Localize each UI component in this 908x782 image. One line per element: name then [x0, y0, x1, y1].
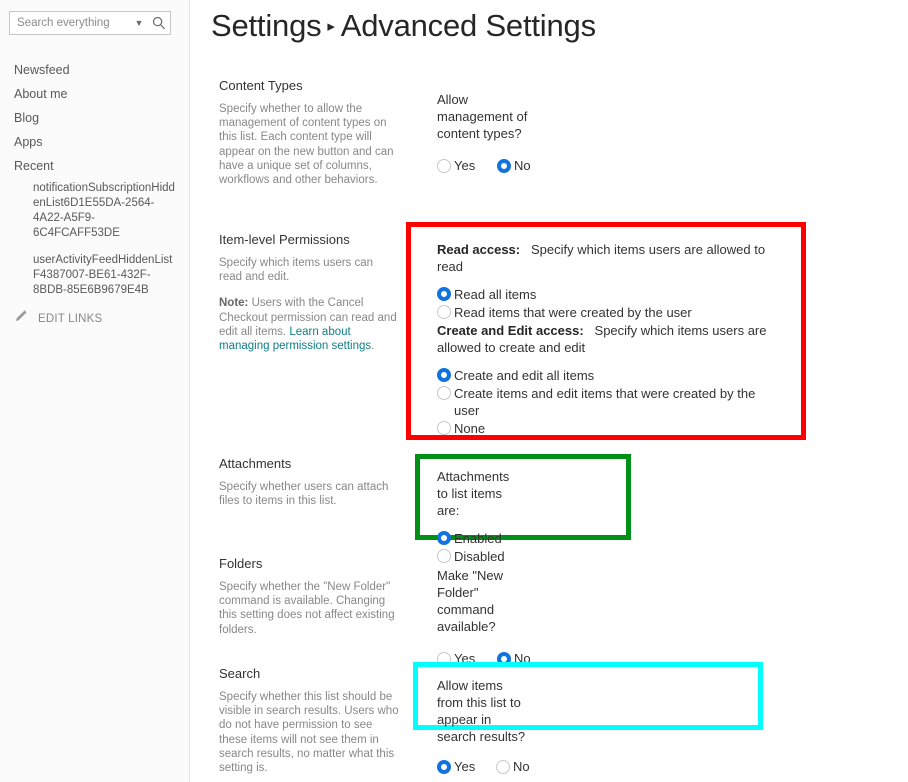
permissions-radio-none[interactable]: None [437, 420, 782, 437]
main-content: Settings ▸ Advanced Settings Content Types… [191, 0, 908, 782]
permissions-controls: Read access: Specify which items users a… [437, 241, 782, 437]
page-title: Settings ▸ Advanced Settings [211, 8, 596, 44]
section-heading: Folders [219, 556, 263, 571]
advanced-settings-page: Search everything ▼ Newsfeed About me Bl… [0, 0, 908, 782]
sidebar-item-label: Newsfeed [14, 63, 70, 77]
radio-indicator[interactable] [437, 421, 451, 435]
attachments-radio-enabled[interactable]: Enabled [437, 530, 509, 547]
section-description: Specify whether this list should be visi… [219, 691, 399, 775]
radio-indicator[interactable] [437, 531, 451, 545]
search-radio-no[interactable]: No [496, 758, 530, 775]
radio-indicator[interactable] [437, 368, 451, 382]
permissions-radio-create-own[interactable]: Create items and edit items that were cr… [437, 385, 782, 419]
sidebar-subitem-notification-list[interactable]: notificationSubscriptionHiddenList6D1E55… [0, 178, 190, 250]
radio-label: Create items and edit items that were cr… [454, 386, 756, 418]
magnifier-icon[interactable] [148, 16, 170, 30]
radio-label: Yes [454, 158, 476, 173]
section-heading: Item-level Permissions [219, 232, 350, 247]
sidebar-item-blog[interactable]: Blog [0, 106, 190, 130]
left-sidebar: Search everything ▼ Newsfeed About me Bl… [0, 0, 190, 782]
read-access-label: Read access: [437, 242, 521, 257]
attachments-info: Attachments Specify whether users can at… [219, 456, 399, 508]
sidebar-item-apps[interactable]: Apps [0, 130, 190, 154]
edit-links-button[interactable]: EDIT LINKS [14, 309, 102, 328]
content-types-question: Allow management of content types? [437, 92, 528, 141]
radio-label: No [514, 158, 531, 173]
sidebar-subitem-user-activity-list[interactable]: userActivityFeedHiddenListF4387007-BE61-… [0, 250, 190, 307]
radio-label: Enabled [454, 531, 502, 546]
pencil-icon [14, 309, 28, 328]
permissions-radio-read-own[interactable]: Read items that were created by the user [437, 304, 782, 321]
note-label: Note: [219, 297, 249, 310]
search-info: Search Specify whether this list should … [219, 666, 399, 775]
section-heading: Search [219, 666, 261, 681]
permissions-note: Note: Users with the Cancel Checkout per… [219, 296, 399, 353]
sidebar-item-label: Recent [14, 159, 54, 173]
radio-indicator[interactable] [437, 386, 451, 400]
radio-label: Read all items [454, 287, 537, 302]
sidebar-subitem-label: userActivityFeedHiddenListF4387007-BE61-… [33, 254, 173, 296]
attachments-controls: Attachments to list items are: Enabled D… [437, 468, 509, 565]
folders-info: Folders Specify whether the "New Folder"… [219, 556, 399, 637]
permissions-radio-read-all[interactable]: Read all items [437, 286, 782, 303]
search-question: Allow items from this list to appear in … [437, 678, 526, 744]
permissions-info: Item-level Permissions Specify which ite… [219, 232, 399, 353]
breadcrumb-separator-icon: ▸ [327, 18, 335, 35]
radio-indicator[interactable] [496, 760, 510, 774]
radio-label: Create and edit all items [454, 368, 595, 383]
radio-indicator[interactable] [437, 549, 451, 563]
radio-indicator[interactable] [497, 159, 511, 173]
sidebar-item-newsfeed[interactable]: Newsfeed [0, 58, 190, 82]
content-types-controls: Allow management of content types? Yes N… [437, 91, 531, 174]
search-box[interactable]: Search everything ▼ [9, 11, 171, 35]
radio-indicator[interactable] [437, 287, 451, 301]
content-types-radio-yes[interactable]: Yes [437, 157, 497, 174]
folders-question: Make "New Folder" command available? [437, 568, 504, 634]
breadcrumb-settings[interactable]: Settings [211, 8, 322, 43]
edit-links-label: EDIT LINKS [38, 312, 103, 325]
search-controls: Allow items from this list to appear in … [437, 677, 530, 775]
create-edit-access-question: Create and Edit access: Specify which it… [437, 322, 782, 356]
radio-indicator[interactable] [437, 159, 451, 173]
folders-controls: Make "New Folder" command available? Yes… [437, 567, 531, 667]
read-access-question: Read access: Specify which items users a… [437, 241, 782, 275]
sidebar-subitem-label: notificationSubscriptionHiddenList6D1E55… [33, 182, 175, 239]
section-description: Specify whether users can attach files t… [219, 481, 389, 508]
sidebar-item-label: Apps [14, 135, 43, 149]
chevron-down-icon[interactable]: ▼ [130, 12, 148, 34]
radio-label: None [454, 421, 486, 436]
section-description: Specify whether to allow the management … [219, 103, 394, 187]
search-input[interactable]: Search everything [10, 12, 130, 34]
permissions-radio-create-all[interactable]: Create and edit all items [437, 367, 782, 384]
attachments-question: Attachments to list items are: [437, 469, 510, 518]
sidebar-nav: Newsfeed About me Blog Apps Recent notif… [0, 58, 190, 307]
search-radio-yes[interactable]: Yes [437, 758, 496, 775]
sidebar-item-label: About me [14, 87, 68, 101]
section-heading: Attachments [219, 456, 292, 471]
note-link-suffix: . [371, 340, 375, 353]
radio-label: No [513, 759, 530, 774]
content-types-radio-no[interactable]: No [497, 157, 531, 174]
radio-label: Read items that were created by the user [454, 305, 692, 320]
sidebar-item-about-me[interactable]: About me [0, 82, 190, 106]
attachments-radio-disabled[interactable]: Disabled [437, 548, 509, 565]
radio-label: Yes [454, 759, 476, 774]
sidebar-item-label: Blog [14, 111, 40, 125]
radio-label: Disabled [454, 549, 505, 564]
create-edit-label: Create and Edit access: [437, 323, 584, 338]
page-title-text: Advanced Settings [340, 8, 596, 43]
sidebar-item-recent[interactable]: Recent [0, 154, 190, 178]
radio-indicator[interactable] [437, 305, 451, 319]
radio-indicator[interactable] [437, 760, 451, 774]
section-heading: Content Types [219, 78, 303, 93]
section-description: Specify whether the "New Folder" command… [219, 581, 395, 636]
section-description: Specify which items users can read and e… [219, 257, 374, 284]
content-types-info: Content Types Specify whether to allow t… [219, 78, 399, 187]
